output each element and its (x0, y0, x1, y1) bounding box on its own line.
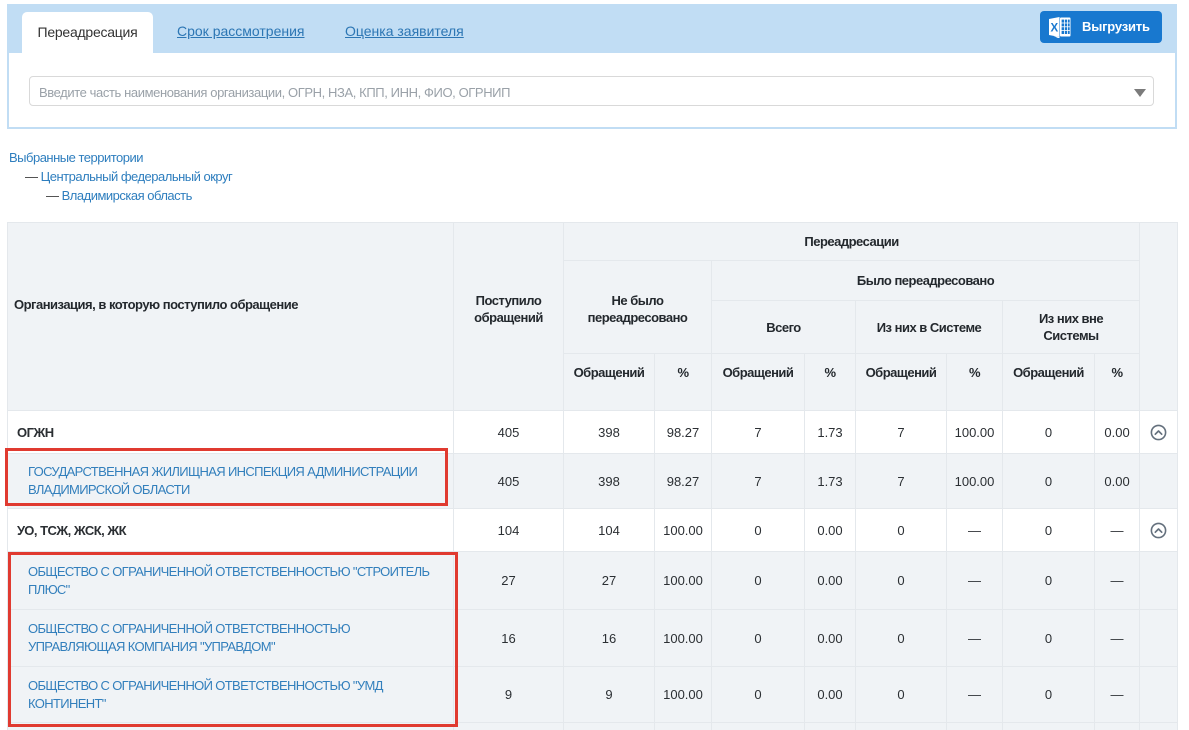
svg-text:X: X (1050, 22, 1058, 34)
